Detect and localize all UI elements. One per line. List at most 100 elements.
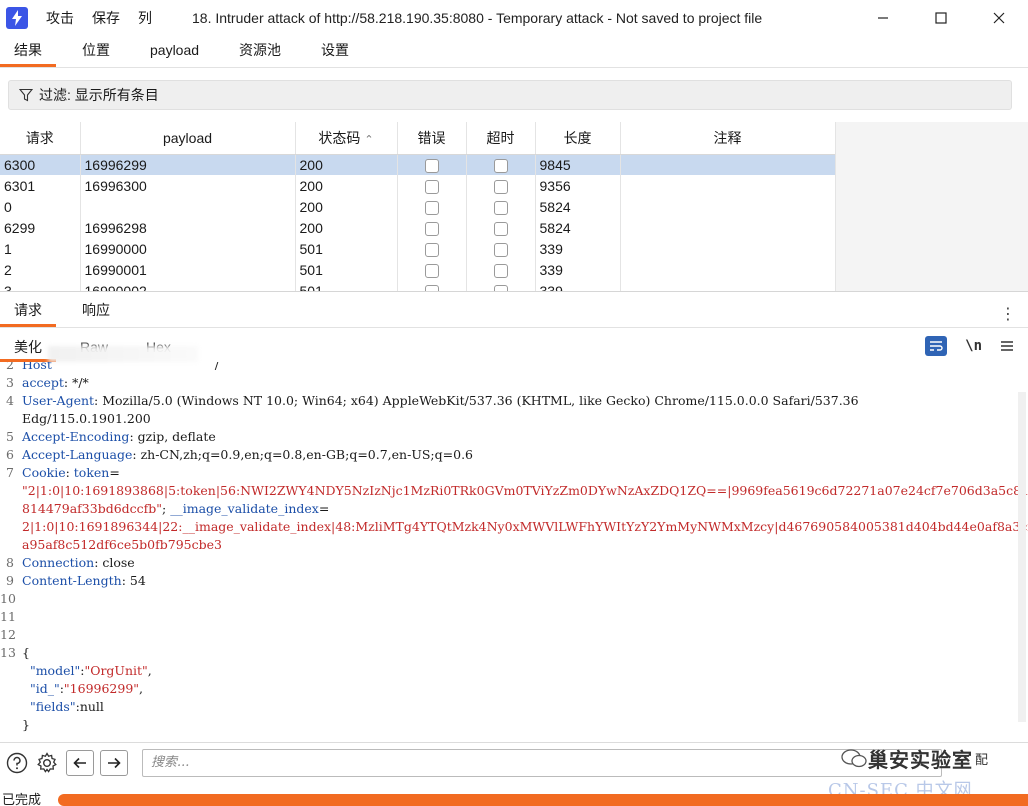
col-timeout[interactable]: 超时 bbox=[466, 122, 536, 155]
line-number: 13 bbox=[0, 645, 16, 660]
line-content: 2|1:0|10:1691896344|22:__image_validate_… bbox=[22, 518, 1028, 536]
token-value: : Mozilla/5.0 (Windows NT 10.0; Win64; x… bbox=[94, 393, 859, 408]
timeout-checkbox[interactable] bbox=[493, 158, 508, 173]
minimize-button[interactable] bbox=[854, 0, 912, 36]
cell-payload: 16990002 bbox=[80, 280, 296, 291]
tab-request[interactable]: 请求 bbox=[0, 295, 56, 327]
table-row[interactable]: 1 16990000 501 339 bbox=[0, 238, 836, 259]
error-checkbox[interactable] bbox=[424, 200, 439, 215]
error-checkbox[interactable] bbox=[424, 221, 439, 236]
cell-status: 501 bbox=[295, 238, 398, 259]
table-row[interactable]: 0 200 5824 bbox=[0, 196, 836, 217]
col-status[interactable]: 状态码 ⌃ bbox=[295, 122, 398, 155]
token-string: 814479af33bd6dccfb" bbox=[22, 501, 163, 516]
col-status-label: 状态码 bbox=[318, 129, 361, 146]
token-key: accept bbox=[22, 375, 64, 390]
table-row[interactable]: 2 16990001 501 339 bbox=[0, 259, 836, 280]
maximize-button[interactable] bbox=[912, 0, 970, 36]
error-checkbox-cell bbox=[397, 196, 467, 217]
menu-save[interactable]: 保存 bbox=[92, 8, 120, 28]
timeout-checkbox-cell bbox=[466, 217, 536, 238]
token-key: Content-Length bbox=[22, 573, 122, 588]
wrap-icon[interactable] bbox=[925, 336, 948, 356]
token-value: :null bbox=[75, 699, 104, 714]
col-error[interactable]: 错误 bbox=[397, 122, 467, 155]
col-length[interactable]: 长度 bbox=[535, 122, 621, 155]
filter-label: 过滤: 显示所有条目 bbox=[39, 87, 159, 103]
tab-payload[interactable]: payload bbox=[136, 35, 213, 67]
cell-request: 2 bbox=[0, 259, 81, 280]
line-content: a95af8c512df6ce5b0fb795cbe3 bbox=[22, 536, 222, 554]
token-string: "OrgUnit" bbox=[84, 663, 148, 678]
timeout-checkbox[interactable] bbox=[493, 221, 508, 236]
token-value: : */* bbox=[63, 375, 89, 390]
error-checkbox-cell bbox=[397, 238, 467, 259]
cell-length: 5824 bbox=[535, 217, 621, 238]
token-string: "16996299" bbox=[63, 681, 140, 696]
token-string: "2|1:0|10:1691893868|5:token|56:NWI2ZWY4… bbox=[22, 483, 1028, 498]
token-value: : bbox=[65, 465, 74, 480]
line-content: User-Agent: Mozilla/5.0 (Windows NT 10.0… bbox=[22, 392, 859, 410]
close-button[interactable] bbox=[970, 0, 1028, 36]
status-bar: 已完成 bbox=[0, 790, 1028, 806]
more-options-icon[interactable]: ⋮ bbox=[1000, 304, 1016, 324]
error-checkbox[interactable] bbox=[424, 179, 439, 194]
cell-comment bbox=[620, 238, 836, 259]
next-match-button[interactable] bbox=[100, 749, 128, 776]
token-key: __image_validate_index bbox=[170, 501, 319, 516]
line-content: Connection: close bbox=[22, 554, 135, 572]
newline-toggle-button[interactable]: \n bbox=[965, 338, 982, 354]
timeout-checkbox[interactable] bbox=[493, 263, 508, 278]
cell-length: 5824 bbox=[535, 196, 621, 217]
search-input[interactable] bbox=[142, 748, 942, 777]
cell-comment bbox=[620, 175, 836, 196]
token-value: } bbox=[22, 717, 30, 732]
table-row[interactable]: 3 16990002 501 339 bbox=[0, 280, 836, 291]
tab-results[interactable]: 结果 bbox=[0, 35, 56, 67]
error-checkbox-cell bbox=[397, 154, 467, 175]
watermark-brand-text: 巢安实验室 bbox=[868, 748, 973, 772]
menu-attack[interactable]: 攻击 bbox=[46, 8, 74, 28]
tab-positions[interactable]: 位置 bbox=[68, 35, 124, 67]
timeout-checkbox[interactable] bbox=[493, 179, 508, 194]
cell-payload bbox=[80, 196, 296, 217]
help-icon[interactable] bbox=[4, 750, 30, 776]
tab-settings[interactable]: 设置 bbox=[307, 35, 363, 67]
timeout-checkbox[interactable] bbox=[493, 242, 508, 257]
error-checkbox[interactable] bbox=[424, 284, 439, 291]
error-checkbox[interactable] bbox=[424, 158, 439, 173]
timeout-checkbox[interactable] bbox=[493, 200, 508, 215]
token-value: = bbox=[318, 501, 330, 516]
error-checkbox[interactable] bbox=[424, 242, 439, 257]
menu-columns[interactable]: 列 bbox=[138, 8, 152, 28]
col-request[interactable]: 请求 bbox=[0, 122, 81, 155]
token-value: Edg/115.0.1901.200 bbox=[22, 411, 151, 426]
tab-resource-pool[interactable]: 资源池 bbox=[225, 35, 295, 67]
table-row[interactable]: 6301 16996300 200 9356 bbox=[0, 175, 836, 196]
previous-match-button[interactable] bbox=[66, 749, 94, 776]
token-key: token bbox=[73, 465, 110, 480]
col-payload[interactable]: payload bbox=[80, 122, 296, 155]
token-value: { bbox=[22, 645, 30, 660]
editor-scrollbar[interactable] bbox=[1018, 392, 1026, 722]
error-checkbox-cell bbox=[397, 175, 467, 196]
line-content: Cookie: token= bbox=[22, 464, 120, 482]
wechat-icon bbox=[841, 748, 867, 767]
cell-request: 6301 bbox=[0, 175, 81, 196]
filter-bar[interactable]: 过滤: 显示所有条目 bbox=[8, 80, 1012, 110]
line-content: } bbox=[22, 716, 30, 734]
progress-bar bbox=[58, 794, 1028, 806]
token-value: / bbox=[51, 362, 219, 372]
tab-response[interactable]: 响应 bbox=[68, 295, 124, 327]
hamburger-icon[interactable] bbox=[1000, 340, 1014, 352]
settings-gear-icon[interactable] bbox=[34, 750, 60, 776]
timeout-checkbox[interactable] bbox=[493, 284, 508, 291]
error-checkbox-cell bbox=[397, 217, 467, 238]
table-row[interactable]: 6300 16996299 200 9845 bbox=[0, 154, 836, 175]
token-key: "id_" bbox=[22, 681, 60, 696]
line-content: Host / bbox=[22, 362, 219, 374]
col-comment[interactable]: 注释 bbox=[620, 122, 836, 155]
error-checkbox[interactable] bbox=[424, 263, 439, 278]
table-row[interactable]: 6299 16996298 200 5824 bbox=[0, 217, 836, 238]
request-editor[interactable]: 2 Host / 3 accept: */* 4 User-Agent: Mozilla/… bbox=[0, 362, 1028, 740]
